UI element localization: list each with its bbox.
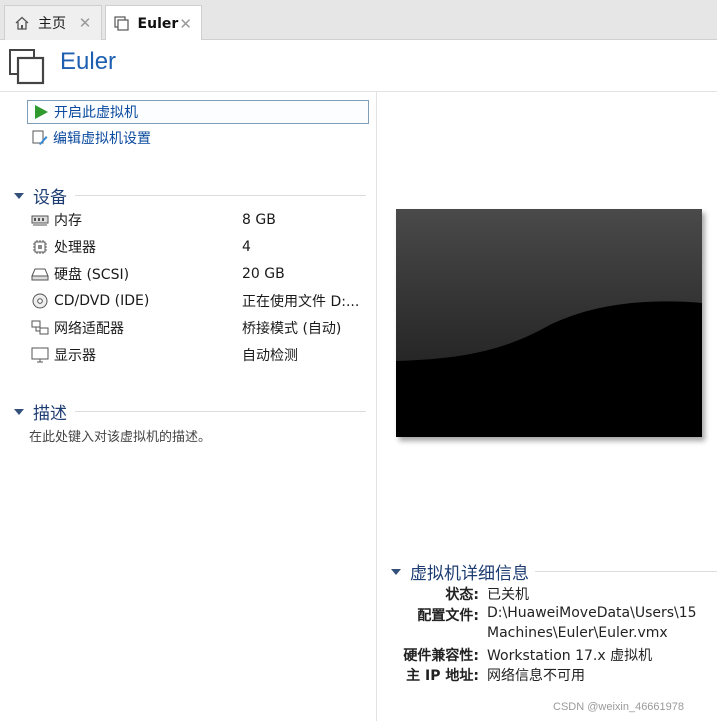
start-vm-button[interactable]: 开启此虚拟机	[27, 100, 369, 124]
network-adapter-icon	[30, 319, 50, 337]
collapse-triangle-icon[interactable]	[14, 192, 24, 199]
device-value: 8 GB	[242, 212, 276, 228]
detail-row-status: 状态: 已关机	[377, 584, 717, 604]
device-name: 内存	[54, 213, 82, 229]
detail-row-config-file: 配置文件: D:\HuaweiMoveData\Users\15	[377, 605, 717, 625]
right-panel: 虚拟机详细信息 状态: 已关机 配置文件: D:\HuaweiMoveData\…	[377, 92, 717, 721]
vm-large-icon	[8, 48, 46, 86]
collapse-triangle-icon[interactable]	[14, 408, 24, 415]
detail-row-hardware-compat: 硬件兼容性: Workstation 17.x 虚拟机	[377, 645, 717, 665]
memory-icon	[30, 211, 50, 229]
device-value: 桥接模式 (自动)	[242, 321, 342, 337]
device-row-network-adapter[interactable]: 网络适配器 桥接模式 (自动)	[30, 315, 370, 341]
device-row-harddisk[interactable]: 硬盘 (SCSI) 20 GB	[30, 261, 370, 287]
detail-key: 主 IP 地址:	[406, 668, 479, 684]
collapse-triangle-icon[interactable]	[391, 568, 401, 575]
device-row-display[interactable]: 显示器 自动检测	[30, 342, 370, 368]
left-panel: 开启此虚拟机 编辑虚拟机设置 设备 内存 8 GB 处理器 4 硬盘 (SCSI…	[0, 92, 377, 721]
description-title: 描述	[33, 404, 67, 424]
tab-home[interactable]: 主页 ✕	[4, 5, 102, 40]
processor-icon	[30, 238, 50, 256]
detail-key	[377, 625, 487, 641]
device-name: 处理器	[54, 240, 96, 256]
harddisk-icon	[30, 265, 50, 283]
vm-title: Euler	[60, 48, 117, 75]
start-vm-label: 开启此虚拟机	[54, 105, 138, 121]
description-section-header[interactable]: 描述	[14, 399, 366, 424]
tab-home-label: 主页	[38, 16, 66, 32]
detail-value: 已关机	[487, 587, 529, 603]
vm-details-section-header[interactable]: 虚拟机详细信息	[391, 559, 717, 584]
devices-title: 设备	[33, 188, 67, 208]
detail-key: 硬件兼容性:	[403, 648, 479, 664]
devices-section-header[interactable]: 设备	[14, 183, 366, 208]
device-row-processor[interactable]: 处理器 4	[30, 234, 370, 260]
device-name: 网络适配器	[54, 321, 124, 337]
vm-screen-preview[interactable]	[396, 209, 702, 437]
description-text[interactable]: 在此处键入对该虚拟机的描述。	[29, 426, 211, 445]
tab-euler-label: Euler	[137, 15, 179, 32]
play-icon	[32, 103, 50, 121]
device-value: 正在使用文件 D:...	[242, 294, 360, 310]
edit-vm-settings-label: 编辑虚拟机设置	[53, 131, 151, 147]
device-name: 显示器	[54, 348, 96, 364]
tab-euler[interactable]: Euler ✕	[105, 5, 202, 41]
detail-value[interactable]: Machines\Euler\Euler.vmx	[487, 625, 717, 641]
home-icon	[13, 14, 31, 32]
divider	[75, 411, 366, 412]
device-value: 4	[242, 239, 251, 255]
close-icon[interactable]: ✕	[77, 15, 93, 31]
edit-vm-settings-button[interactable]: 编辑虚拟机设置	[27, 126, 369, 150]
detail-value[interactable]: D:\HuaweiMoveData\Users\15	[487, 605, 717, 625]
display-icon	[30, 346, 50, 364]
preview-thumbnail-icon	[396, 209, 702, 437]
detail-row-ip-address: 主 IP 地址: 网络信息不可用	[377, 665, 717, 685]
detail-row-config-file-cont: Machines\Euler\Euler.vmx	[377, 625, 717, 641]
close-icon[interactable]: ✕	[178, 16, 193, 32]
cd-dvd-icon	[30, 292, 50, 310]
vm-header: Euler	[0, 40, 717, 92]
watermark: CSDN @weixin_46661978	[553, 701, 685, 713]
edit-settings-icon	[31, 129, 49, 147]
detail-value: 网络信息不可用	[487, 668, 585, 684]
device-row-memory[interactable]: 内存 8 GB	[30, 207, 370, 233]
device-value: 20 GB	[242, 266, 285, 282]
device-name: 硬盘 (SCSI)	[54, 267, 130, 283]
vm-icon	[114, 15, 131, 33]
device-name: CD/DVD (IDE)	[54, 293, 150, 309]
device-row-cd-dvd[interactable]: CD/DVD (IDE) 正在使用文件 D:...	[30, 288, 370, 314]
divider	[535, 571, 717, 572]
device-value: 自动检测	[242, 348, 298, 364]
divider	[75, 195, 366, 196]
tab-bar: 主页 ✕ Euler ✕	[0, 0, 717, 41]
detail-value: Workstation 17.x 虚拟机	[487, 648, 653, 664]
detail-key: 配置文件:	[417, 608, 479, 624]
detail-key: 状态:	[445, 587, 479, 603]
vm-details-title: 虚拟机详细信息	[410, 564, 529, 584]
